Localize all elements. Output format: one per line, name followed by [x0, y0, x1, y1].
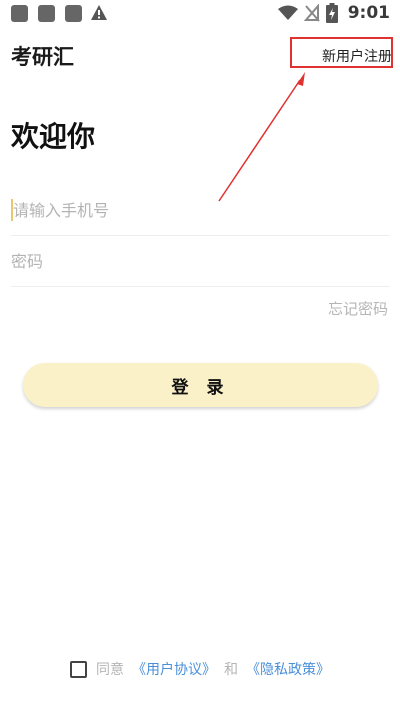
phone-input[interactable]: [11, 185, 392, 235]
notification-square-icon: [11, 5, 28, 22]
wifi-icon: [277, 5, 298, 20]
notification-square-icon: [65, 5, 82, 22]
user-agreement-link[interactable]: 《用户协议》: [132, 659, 216, 679]
welcome-heading: 欢迎你: [11, 120, 96, 153]
password-input[interactable]: [11, 236, 390, 286]
login-button[interactable]: 登 录: [23, 363, 378, 407]
agreement-checkbox[interactable]: [70, 660, 87, 678]
status-bar: 9:01: [0, 0, 400, 28]
agreement-row: 同意 《用户协议》 和 《隐私政策》: [0, 659, 400, 679]
battery-charging-icon: [325, 3, 338, 23]
annotation-arrow: [218, 72, 305, 202]
password-field[interactable]: [11, 236, 390, 287]
forgot-password-link[interactable]: 忘记密码: [328, 298, 388, 319]
and-text: 和: [224, 662, 238, 678]
notification-square-icon: [38, 5, 55, 22]
no-signal-icon: [303, 4, 320, 22]
annotation-highlight-box: [290, 37, 393, 68]
warning-icon: [91, 5, 107, 20]
privacy-policy-link[interactable]: 《隐私政策》: [246, 659, 330, 679]
status-time: 9:01: [347, 3, 390, 23]
app-title: 考研汇: [11, 45, 74, 69]
phone-field[interactable]: [11, 185, 392, 236]
agree-text: 同意: [96, 662, 124, 678]
